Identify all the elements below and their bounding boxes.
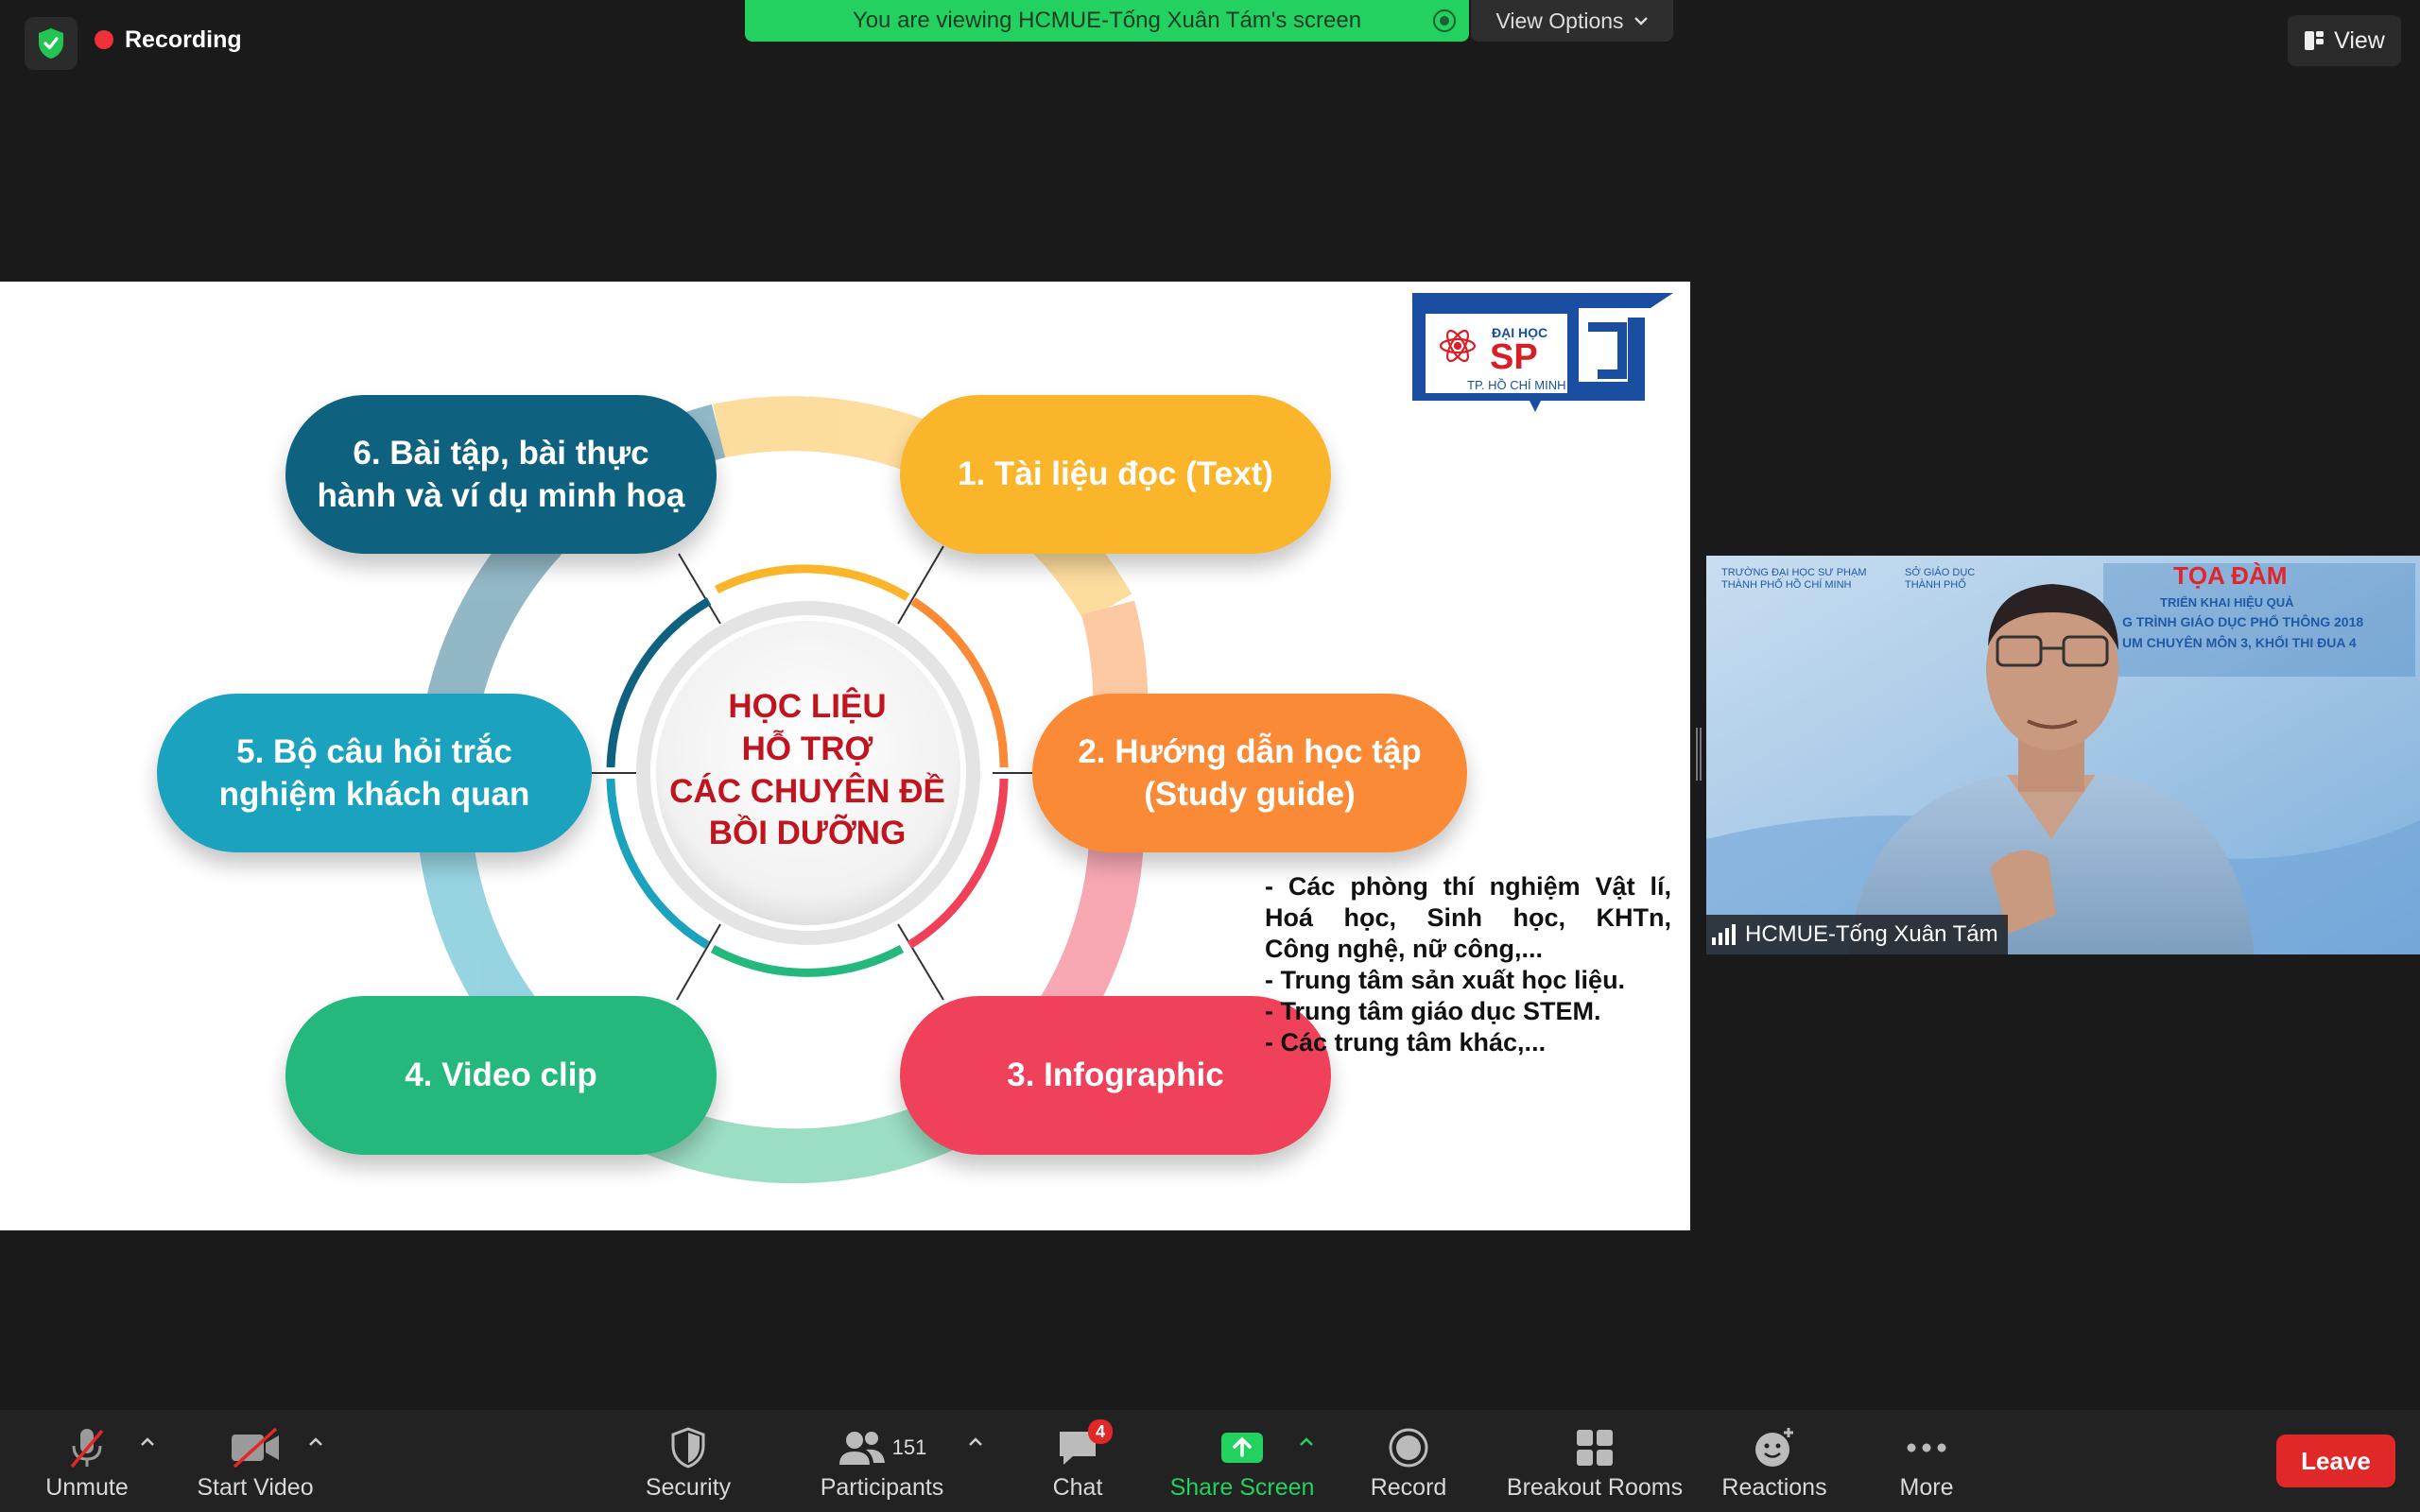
participants-count: 151 xyxy=(891,1435,927,1459)
leave-button[interactable]: Leave xyxy=(2276,1435,2395,1487)
backdrop-org-right: SỞ GIÁO DỤC THÀNH PHỐ xyxy=(1905,567,1976,591)
participant-name-tag: HCMUE-Tống Xuân Tám xyxy=(1706,915,2008,954)
microphone-muted-icon xyxy=(70,1429,104,1469)
share-screen-label: Share Screen xyxy=(1169,1474,1315,1501)
breakout-rooms-icon xyxy=(1577,1430,1613,1466)
note-line: - Trung tâm giáo dục STEM. xyxy=(1265,997,1601,1025)
chat-unread-badge: 4 xyxy=(1088,1419,1113,1444)
meeting-toolbar: Unmute Start Video Security 151 Particip… xyxy=(0,1410,2420,1512)
share-screen-icon xyxy=(1221,1433,1263,1463)
participants-icon xyxy=(838,1432,885,1465)
record-icon xyxy=(1389,1428,1428,1468)
chat-label: Chat xyxy=(1052,1474,1103,1501)
backdrop-title: TỌA ĐÀM xyxy=(2173,561,2288,590)
reactions-label: Reactions xyxy=(1721,1474,1827,1501)
breakout-rooms-button[interactable]: Breakout Rooms xyxy=(1503,1419,1686,1506)
more-label: More xyxy=(1899,1474,1954,1501)
more-button[interactable]: More xyxy=(1889,1419,1964,1506)
screen-share-status-icon xyxy=(1433,9,1456,32)
chevron-down-icon xyxy=(1634,17,1648,26)
logo-text-main: SP xyxy=(1490,337,1538,377)
item-pill-1: 1. Tài liệu đọc (Text) xyxy=(900,395,1331,554)
recording-label: Recording xyxy=(125,26,242,53)
breakout-rooms-label: Breakout Rooms xyxy=(1506,1474,1684,1501)
more-dots-icon xyxy=(1907,1443,1946,1452)
video-options-caret-icon[interactable] xyxy=(304,1431,327,1453)
record-button[interactable]: Record xyxy=(1361,1419,1456,1506)
chat-button[interactable]: 4 Chat xyxy=(1040,1419,1115,1506)
item-pill-6: 6. Bài tập, bài thực hành và ví dụ minh … xyxy=(285,395,717,554)
viewing-banner-text: You are viewing HCMUE-Tống Xuân Tám's sc… xyxy=(852,8,1362,33)
start-video-button[interactable]: Start Video xyxy=(189,1419,321,1506)
slide-notes: - Các phòng thí nghiệm Vật lí, Hoá học, … xyxy=(1265,871,1671,1058)
logo-text-bottom: TP. HỒ CHÍ MINH xyxy=(1467,378,1566,392)
reactions-smiley-icon xyxy=(1755,1428,1793,1467)
audio-options-caret-icon[interactable] xyxy=(136,1431,159,1453)
note-line: Công nghệ, nữ công,... xyxy=(1265,935,1544,963)
item-pill-5: 5. Bộ câu hỏi trắc nghiệm khách quan xyxy=(157,694,592,852)
view-options-button[interactable]: View Options xyxy=(1471,0,1673,42)
security-button[interactable]: Security xyxy=(631,1419,745,1506)
share-options-caret-icon[interactable] xyxy=(1295,1431,1318,1453)
university-logo: ĐẠI HỌC SP TP. HỒ CHÍ MINH xyxy=(1409,287,1673,414)
item-pill-2: 2. Hướng dẫn học tập (Study guide) xyxy=(1032,694,1467,852)
security-shield-icon xyxy=(671,1427,705,1469)
video-camera-off-icon xyxy=(232,1427,279,1469)
view-label: View xyxy=(2334,26,2385,54)
item-pill-4: 4. Video clip xyxy=(285,996,717,1155)
note-line: - Các phòng thí nghiệm Vật lí, xyxy=(1265,872,1671,901)
recording-dot-icon xyxy=(95,30,113,49)
inner-ring-arc xyxy=(714,564,910,601)
participants-options-caret-icon[interactable] xyxy=(964,1431,987,1453)
backdrop-line-1: TRIỂN KHAI HIỆU QUẢ xyxy=(2160,595,2294,610)
shared-screen-slide: HỌC LIỆU HỖ TRỢ CÁC CHUYÊN ĐỀ BỒI DƯỠNG … xyxy=(0,282,1690,1230)
security-label: Security xyxy=(645,1474,732,1501)
note-line: Hoá học, Sinh học, KHTn, xyxy=(1265,903,1671,932)
note-line: - Trung tâm sản xuất học liệu. xyxy=(1265,966,1626,994)
start-video-label: Start Video xyxy=(197,1474,314,1501)
signal-strength-icon xyxy=(1712,924,1736,945)
inner-ring-arc xyxy=(710,945,905,977)
unmute-button[interactable]: Unmute xyxy=(38,1419,136,1506)
note-line: - Các trung tâm khác,... xyxy=(1265,1028,1547,1057)
record-label: Record xyxy=(1370,1474,1447,1501)
speaker-video-tile[interactable]: TRƯỜNG ĐẠI HỌC SƯ PHẠM THÀNH PHỐ HỒ CHÍ … xyxy=(1706,556,2420,954)
recording-indicator[interactable]: Recording xyxy=(95,23,242,57)
participants-button[interactable]: 151 Participants xyxy=(815,1419,949,1506)
participants-label: Participants xyxy=(820,1474,944,1501)
backdrop-line-3: UM CHUYÊN MÔN 3, KHỐI THI ĐUA 4 xyxy=(2122,635,2357,650)
center-title: HỌC LIỆU HỖ TRỢ CÁC CHUYÊN ĐỀ BỒI DƯỠNG xyxy=(669,688,945,852)
backdrop-line-2: G TRÌNH GIÁO DỤC PHỔ THÔNG 2018 xyxy=(2122,614,2364,629)
view-options-label: View Options xyxy=(1495,8,1624,33)
view-layout-icon xyxy=(2305,31,2325,50)
view-button[interactable]: View xyxy=(2288,15,2401,66)
encryption-shield-icon[interactable] xyxy=(25,17,78,70)
backdrop-org-left: TRƯỜNG ĐẠI HỌC SƯ PHẠM THÀNH PHỐ HỒ CHÍ … xyxy=(1721,567,1867,591)
participant-name: HCMUE-Tống Xuân Tám xyxy=(1745,921,1998,947)
viewing-banner: You are viewing HCMUE-Tống Xuân Tám's sc… xyxy=(745,0,1469,42)
unmute-label: Unmute xyxy=(45,1474,129,1501)
panel-resize-handle[interactable] xyxy=(1696,728,1702,781)
reactions-button[interactable]: Reactions xyxy=(1719,1419,1830,1506)
connector-line xyxy=(897,545,944,625)
